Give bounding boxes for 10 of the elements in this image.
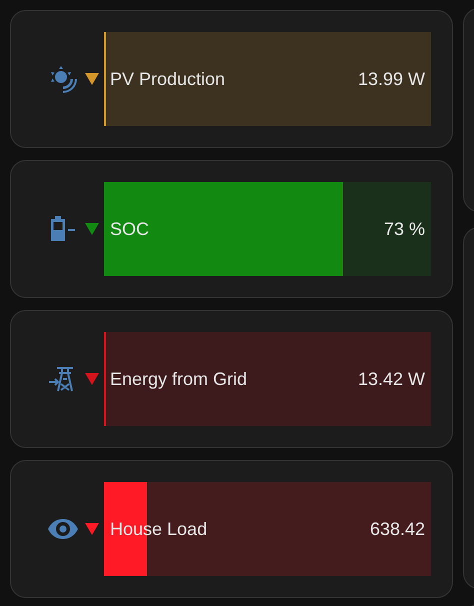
entity-name: SOC: [110, 218, 150, 240]
entity-value: 13.42 W: [358, 368, 425, 390]
entity-value: 638.42: [370, 518, 425, 540]
entity-name: PV Production: [110, 68, 226, 90]
entity-value: 13.99 W: [358, 68, 425, 90]
entity-value: 73 %: [384, 218, 425, 240]
eye-icon: [47, 517, 79, 541]
entity-name: Energy from Grid: [110, 368, 248, 390]
battery-icon: [48, 214, 78, 244]
sun-icon: [48, 64, 78, 94]
